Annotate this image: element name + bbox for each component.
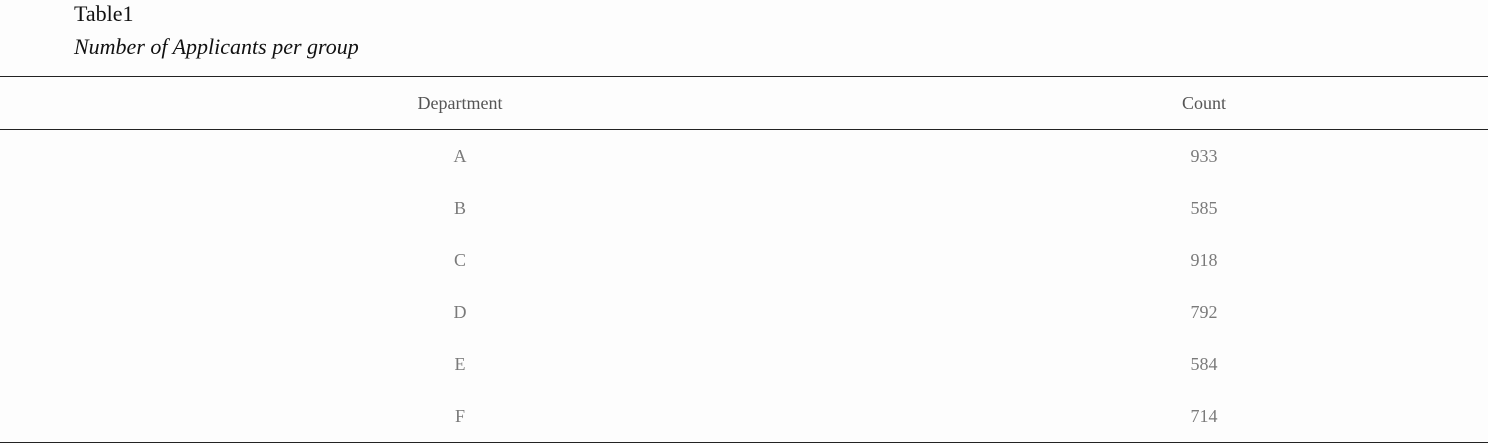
- table-row: A 933: [0, 130, 1488, 183]
- table-row: F 714: [0, 390, 1488, 443]
- table-row: D 792: [0, 286, 1488, 338]
- table-row: E 584: [0, 338, 1488, 390]
- count-cell: 585: [1190, 197, 1218, 218]
- applicants-table: Department Count A 933 B 585 C 918 D 792 E 58…: [0, 76, 1488, 443]
- count-cell: 714: [1190, 405, 1218, 426]
- department-cell: F: [454, 405, 465, 426]
- department-cell: B: [453, 197, 466, 218]
- column-header-department: Department: [417, 92, 503, 113]
- table-row: B 585: [0, 182, 1488, 234]
- column-header-count: Count: [1181, 92, 1226, 113]
- department-cell: C: [453, 249, 466, 270]
- count-cell: 792: [1190, 301, 1218, 322]
- count-cell: 933: [1190, 145, 1218, 166]
- department-cell: E: [454, 353, 466, 374]
- table-header-row: Department Count: [0, 76, 1488, 130]
- department-cell: D: [453, 301, 467, 322]
- table-subtitle: Number of Applicants per group: [74, 34, 359, 59]
- department-cell: A: [453, 145, 467, 166]
- count-cell: 918: [1190, 249, 1218, 270]
- count-cell: 584: [1190, 353, 1218, 374]
- table-row: C 918: [0, 234, 1488, 286]
- table-title: Table1: [74, 1, 134, 26]
